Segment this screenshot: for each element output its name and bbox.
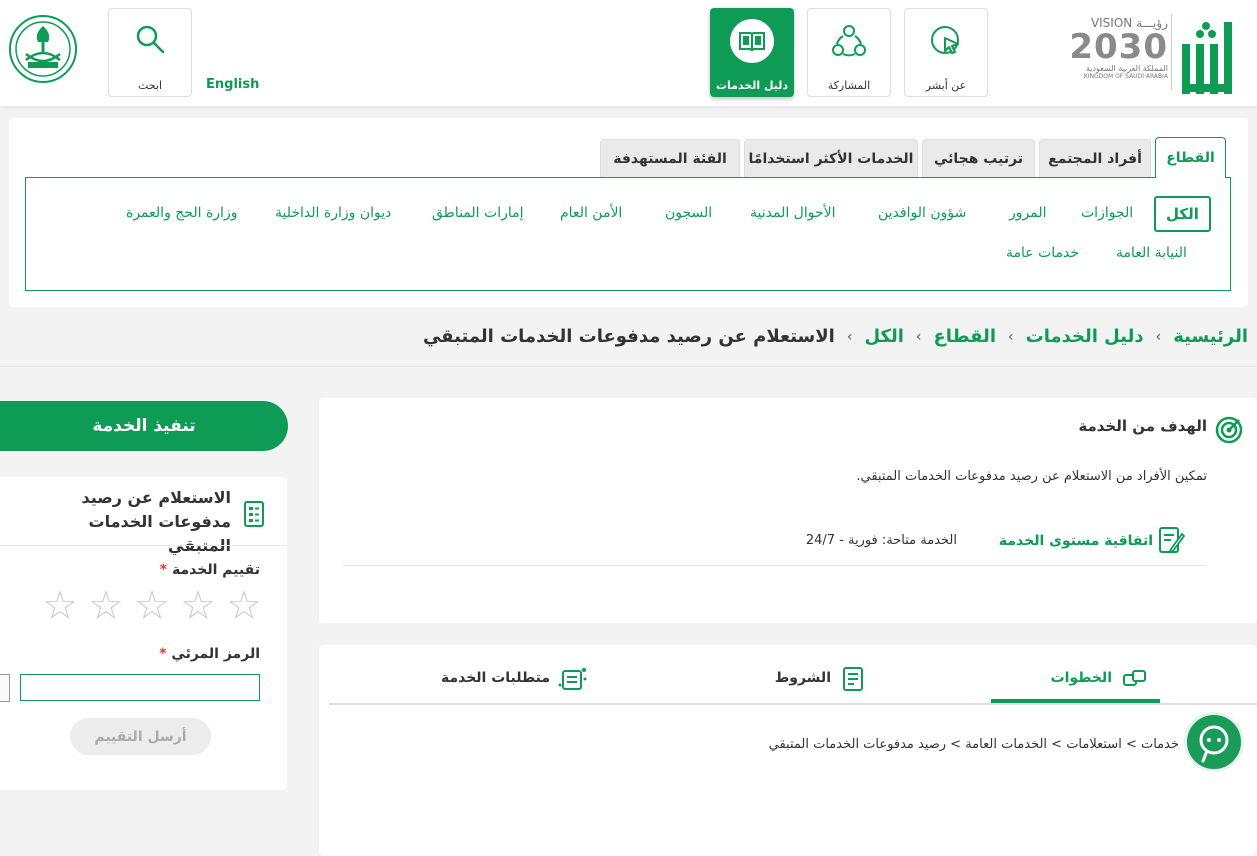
submit-rating-label: أرسل التقييم: [94, 728, 187, 745]
service-doc-icon: [243, 500, 265, 532]
breadcrumb-services-guide[interactable]: دليل الخدمات: [1026, 326, 1144, 347]
rating-label: تقييم الخدمة *: [160, 562, 260, 578]
tab-sector[interactable]: القطاع: [1155, 137, 1226, 178]
tab-steps-label: الخطوات: [1050, 670, 1112, 686]
tab-most-used[interactable]: الخدمات الأكثر استخدامًا: [744, 139, 918, 178]
tab-target-group[interactable]: الفئة المستهدفة: [600, 139, 740, 178]
rating-label-text: تقييم الخدمة: [171, 562, 260, 578]
sector-passports[interactable]: الجوازات: [1081, 205, 1133, 221]
abshir-logo[interactable]: [1178, 8, 1244, 96]
breadcrumb-separator: ›: [1155, 328, 1162, 345]
required-mark: *: [159, 646, 167, 662]
sector-interior-ministry-court[interactable]: ديوان وزارة الداخلية: [275, 205, 391, 221]
nav-about-abshir[interactable]: عن أبشر: [904, 8, 988, 97]
book-icon: [711, 19, 793, 63]
nav-label: المشاركة: [827, 79, 871, 92]
sector-prisons[interactable]: السجون: [665, 205, 712, 221]
breadcrumb-home[interactable]: الرئيسية: [1173, 326, 1248, 347]
requirements-icon: [557, 665, 589, 697]
search-button[interactable]: ابحث: [108, 8, 192, 97]
captcha-label: الرمز المرئي *: [159, 646, 260, 662]
breadcrumb-separator: ›: [846, 328, 853, 345]
sector-public-security[interactable]: الأمن العام: [560, 205, 622, 221]
star-icon[interactable]: ☆: [134, 586, 170, 630]
tab-alphabetical[interactable]: ترتيب هجائي: [922, 139, 1035, 178]
people-network-icon: [808, 23, 890, 59]
header-divider: [1171, 14, 1172, 90]
sector-general-services[interactable]: خدمات عامة: [1006, 245, 1079, 261]
breadcrumb-current: الاستعلام عن رصيد مدفوعات الخدمات المتبق…: [422, 326, 835, 347]
tab-requirements-label[interactable]: متطلبات الخدمة: [441, 670, 550, 686]
rating-stars: ☆ ☆ ☆ ☆ ☆: [42, 586, 262, 630]
steps-icon: [1122, 669, 1148, 693]
sector-expatriates[interactable]: شؤون الوافدين: [878, 205, 966, 221]
sector-all[interactable]: الكل: [1154, 196, 1211, 232]
sector-public-prosecution[interactable]: النيابة العامة: [1116, 245, 1187, 261]
sector-civil-affairs[interactable]: الأحوال المدنية: [750, 205, 836, 221]
tabs-underline: [329, 703, 1257, 705]
search-icon: [109, 23, 191, 59]
chatbot-button[interactable]: [1184, 712, 1244, 772]
service-availability: الخدمة متاحة: فورية - 24/7: [805, 533, 957, 548]
sector-hajj-umrah-ministry[interactable]: وزارة الحج والعمرة: [126, 205, 237, 221]
breadcrumb-separator: ›: [915, 328, 922, 345]
sector-list: [25, 177, 1231, 291]
tab-steps[interactable]: الخطوات: [991, 655, 1160, 703]
captcha-image: [0, 674, 10, 702]
conditions-icon: [842, 666, 864, 696]
breadcrumb: الرئيسية › دليل الخدمات › القطاع › الكل …: [423, 326, 1248, 347]
breadcrumb-separator: ›: [1008, 328, 1014, 345]
star-icon[interactable]: ☆: [180, 586, 216, 630]
chatbot-icon: [1199, 725, 1229, 763]
search-label: ابحث: [137, 79, 163, 92]
required-mark: *: [159, 562, 168, 578]
breadcrumb-all[interactable]: الكل: [864, 326, 903, 347]
execute-service-label: تنفيذ الخدمة: [92, 416, 196, 436]
side-divider: [0, 545, 287, 546]
language-toggle[interactable]: English: [206, 77, 259, 92]
breadcrumb-divider: [0, 366, 1257, 367]
nav-label: عن أبشر: [925, 79, 967, 92]
submit-rating-button[interactable]: أرسل التقييم: [70, 718, 211, 755]
breadcrumb-sector[interactable]: القطاع: [934, 326, 996, 347]
tab-community-members[interactable]: أفراد المجتمع: [1039, 139, 1151, 178]
goal-title: الهدف من الخدمة: [1078, 417, 1207, 435]
star-icon[interactable]: ☆: [42, 586, 78, 630]
nav-participation[interactable]: المشاركة: [807, 8, 891, 97]
cursor-click-icon: [905, 23, 987, 59]
ministry-emblem[interactable]: [8, 14, 78, 84]
captcha-label-text: الرمز المرئي: [171, 646, 260, 662]
vision-2030-logo: VISION رؤيـــة 2030 المملكة العربية السع…: [1060, 16, 1168, 96]
sector-regional-emirates[interactable]: إمارات المناطق: [432, 205, 524, 221]
sla-link[interactable]: اتفاقية مستوى الخدمة: [999, 533, 1153, 549]
star-icon[interactable]: ☆: [88, 586, 124, 630]
sla-icon: [1157, 525, 1186, 555]
goal-text: تمكين الأفراد من الاستعلام عن رصيد مدفوع…: [856, 469, 1207, 484]
captcha-input[interactable]: [20, 674, 260, 701]
vision-line-en: KINGDOM OF SAUDI ARABIA: [1083, 73, 1168, 80]
nav-services-guide[interactable]: دليل الخدمات: [710, 8, 794, 97]
nav-label: دليل الخدمات: [715, 79, 789, 92]
execute-service-button[interactable]: تنفيذ الخدمة: [0, 401, 288, 451]
vision-year: 2030: [1069, 27, 1168, 67]
sector-traffic[interactable]: المرور: [1009, 205, 1047, 221]
goal-divider: [343, 565, 1206, 566]
side-service-title: الاستعلام عن رصيد مدفوعات الخدمات المتبق…: [81, 488, 231, 555]
target-icon: [1215, 416, 1243, 444]
star-icon[interactable]: ☆: [226, 586, 262, 630]
tab-conditions-label[interactable]: الشروط: [775, 670, 831, 686]
steps-path: خدمات > استعلامات > الخدمات العامة > رصي…: [768, 737, 1179, 752]
